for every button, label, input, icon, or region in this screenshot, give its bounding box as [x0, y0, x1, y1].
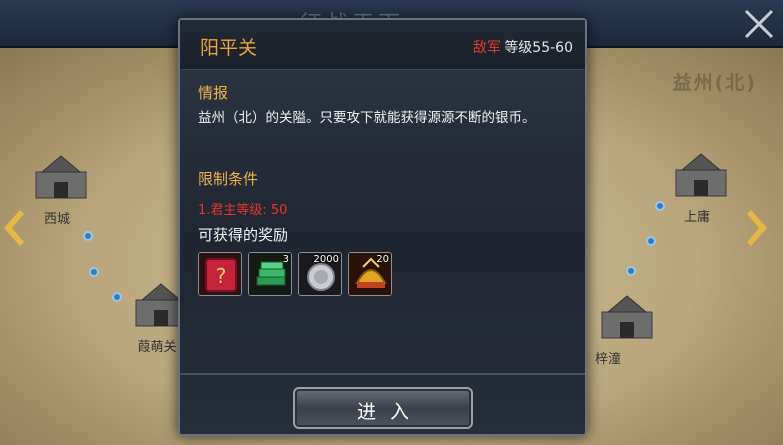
reward-qty: 2000 [313, 254, 339, 265]
condition-item: 1.君主等级: 50 [198, 203, 288, 218]
city-name: 西城 [43, 212, 70, 227]
city-name: 上庸 [683, 210, 710, 225]
fortress-icon [601, 295, 653, 339]
reward-item[interactable]: 20 [348, 252, 392, 296]
fortress-icon [675, 153, 727, 197]
enter-button-label: 进入 [356, 401, 423, 423]
route-dot [83, 231, 93, 241]
intel-heading: 情报 [198, 84, 229, 102]
route-dot [89, 267, 99, 277]
city-shangyong[interactable]: 上庸 [662, 146, 732, 226]
fortress-icon [35, 155, 87, 199]
enter-button[interactable]: 进入 [293, 387, 473, 429]
region-label: 益州(北) [672, 72, 757, 94]
dialog-header: 阳平关 敌军 等级55-60 [180, 20, 585, 70]
city-zitong[interactable]: 梓潼 [588, 288, 653, 368]
reward-item[interactable]: ? [198, 252, 242, 296]
map-next-button[interactable] [745, 208, 771, 248]
city-xicheng[interactable]: 西城 [22, 148, 92, 228]
level-label: 等级55-60 [504, 40, 573, 56]
route-dot [646, 236, 656, 246]
reward-item[interactable]: 2000 [298, 252, 342, 296]
city-info-dialog: 阳平关 敌军 等级55-60 情报 益州（北）的关隘。只要攻下就能获得源源不断的… [178, 18, 587, 436]
reward-qty: 3 [282, 254, 289, 265]
dialog-title: 阳平关 [200, 37, 258, 59]
arrow-right-icon [747, 210, 767, 246]
close-button[interactable] [741, 6, 777, 42]
rewards-heading: 可获得的奖励 [198, 226, 289, 244]
dialog-divider [180, 373, 585, 375]
close-icon [744, 9, 774, 39]
mystery-book-icon: ? [199, 253, 241, 295]
svg-text:?: ? [216, 264, 227, 288]
intel-text: 益州（北）的关隘。只要攻下就能获得源源不断的银币。 [198, 110, 536, 126]
reward-qty: 20 [376, 254, 389, 265]
enemy-label: 敌军 [473, 40, 501, 56]
reward-item[interactable]: 3 [248, 252, 292, 296]
route-dot [112, 292, 122, 302]
conditions-heading: 限制条件 [198, 170, 259, 188]
route-dot [626, 266, 636, 276]
